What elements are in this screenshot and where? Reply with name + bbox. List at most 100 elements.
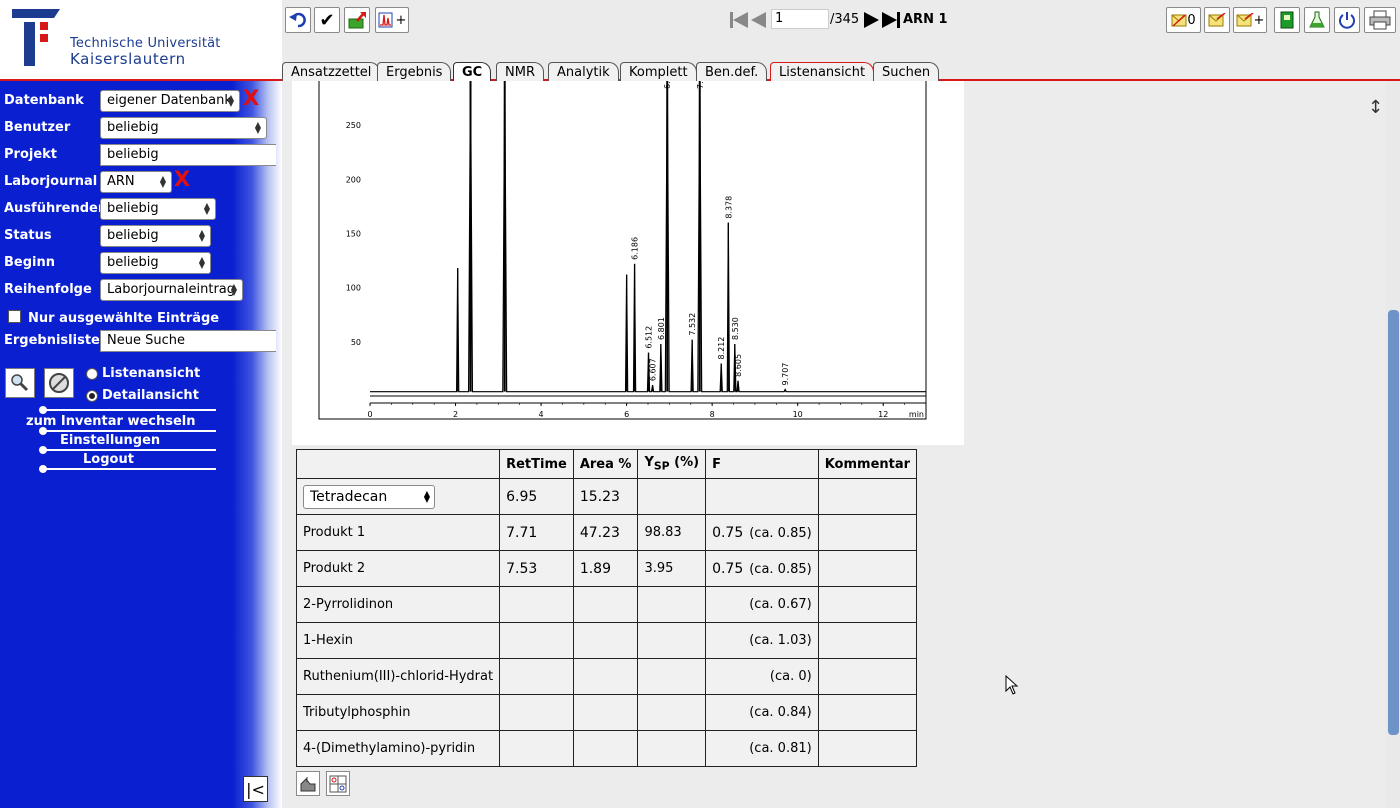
rettime-cell[interactable]: [499, 622, 574, 659]
col-name-header: [295, 449, 501, 479]
listenansicht-radio[interactable]: [86, 367, 98, 380]
integrate-icon: [300, 776, 316, 791]
ysp-cell: [637, 586, 707, 623]
resize-icon[interactable]: ↕: [1368, 97, 1383, 118]
rettime-cell[interactable]: [499, 694, 574, 731]
area-cell[interactable]: [572, 622, 639, 659]
reihenfolge-select[interactable]: Laborjournaleintrag ▲ ▼: [100, 279, 243, 301]
rettime-cell[interactable]: [499, 658, 574, 695]
collapse-sidebar-button[interactable]: |<: [243, 776, 268, 802]
updown-icon: ▲ ▼: [230, 282, 238, 297]
kommentar-cell[interactable]: [817, 478, 918, 515]
area-cell[interactable]: 15.23: [572, 478, 639, 515]
tab-komplett[interactable]: Komplett: [620, 62, 697, 81]
projekt-input[interactable]: beliebig: [100, 144, 276, 166]
first-page-icon[interactable]: [730, 11, 768, 29]
area-cell[interactable]: [572, 586, 639, 623]
scrollbar-thumb[interactable]: [1388, 310, 1399, 735]
filter-label: Benutzer: [4, 120, 71, 135]
next-page-icon[interactable]: [862, 11, 900, 29]
f-cell: 0.75 (ca. 0.85): [705, 550, 819, 587]
f-value[interactable]: 0.75: [712, 561, 743, 577]
table-row: Produkt 1 7.71 47.23 98.83 0.75 (ca. 0.85…: [295, 514, 918, 551]
rettime-cell[interactable]: 7.53: [499, 550, 574, 587]
kommentar-cell[interactable]: [817, 730, 918, 767]
undo-button[interactable]: [285, 7, 311, 33]
beginn-select[interactable]: beliebig ▲ ▼: [100, 252, 211, 274]
tab-nmr[interactable]: NMR: [496, 62, 544, 81]
name-cell: Produkt 1: [295, 514, 501, 551]
messages-count: 0: [1187, 12, 1196, 28]
clear-datenbank-icon[interactable]: X: [243, 86, 259, 110]
updown-icon: ▲ ▼: [423, 488, 430, 504]
tab-ergebnis[interactable]: Ergebnis: [377, 62, 452, 81]
kommentar-cell[interactable]: [817, 514, 918, 551]
kommentar-cell[interactable]: [817, 694, 918, 731]
area-cell[interactable]: [572, 730, 639, 767]
tab-analytik[interactable]: Analytik: [548, 62, 619, 81]
flask-icon: [1309, 11, 1325, 28]
status-select[interactable]: beliebig ▲ ▼: [100, 225, 211, 247]
einstellungen-link[interactable]: Einstellungen: [60, 433, 160, 448]
reset-button[interactable]: [44, 368, 74, 398]
nav-divider: [43, 449, 216, 451]
detailansicht-radio[interactable]: [86, 389, 98, 402]
table-row: Ruthenium(III)-chlorid-Hydrat (ca. 0): [295, 658, 918, 695]
filter-label: Reihenfolge: [4, 282, 92, 297]
rettime-cell[interactable]: [499, 730, 574, 767]
rettime-cell[interactable]: 7.71: [499, 514, 574, 551]
benutzer-select[interactable]: beliebig ▲ ▼: [100, 117, 267, 139]
lab-button[interactable]: [1304, 7, 1330, 33]
gc-chart-panel: 0 2 4 6 8 10 12 min 50 100 150 200 250 6.186 6.512 6.60…: [292, 81, 964, 445]
undo-icon: [289, 12, 306, 28]
add-spectrum-button[interactable]: +: [375, 7, 409, 33]
laborjournal-select[interactable]: ARN ▲ ▼: [100, 171, 172, 193]
standard-select[interactable]: Tetradecan ▲ ▼: [303, 484, 435, 509]
read-messages-button[interactable]: [1204, 7, 1230, 33]
search-button[interactable]: [5, 368, 35, 398]
detailansicht-option[interactable]: Detailansicht: [86, 388, 199, 403]
ausfuehrender-select[interactable]: beliebig ▲ ▼: [100, 198, 216, 220]
area-cell[interactable]: 47.23: [572, 514, 639, 551]
tab-suchen[interactable]: Suchen: [873, 62, 940, 81]
area-cell[interactable]: [572, 694, 639, 731]
nur-ausgewaehlte-checkbox[interactable]: [8, 310, 21, 323]
filter-label: Projekt: [4, 147, 58, 162]
page-number-input[interactable]: 1: [771, 9, 829, 29]
tab-ansatzzettel[interactable]: Ansatzzettel: [282, 62, 381, 81]
print-button[interactable]: [1364, 7, 1396, 33]
inventory-button[interactable]: [1274, 7, 1300, 33]
kommentar-cell[interactable]: [817, 622, 918, 659]
messages-button[interactable]: 0: [1166, 7, 1201, 33]
clear-laborjournal-icon[interactable]: X: [174, 167, 190, 191]
rettime-cell[interactable]: 6.95: [499, 478, 574, 515]
f-value[interactable]: 0.75: [712, 525, 743, 541]
listenansicht-option[interactable]: Listenansicht: [86, 366, 200, 381]
kommentar-cell[interactable]: [817, 586, 918, 623]
mail-icon: [1208, 13, 1226, 27]
new-message-button[interactable]: +: [1233, 7, 1267, 33]
tab-gc[interactable]: GC: [453, 62, 492, 83]
peak-label: 6.9: [663, 81, 672, 89]
ergebnisliste-input[interactable]: Neue Suche: [100, 330, 276, 352]
inventar-link[interactable]: zum Inventar wechseln: [26, 414, 196, 429]
power-button[interactable]: [1334, 7, 1360, 33]
logout-link[interactable]: Logout: [83, 452, 134, 467]
datenbank-select[interactable]: eigener Datenbank ▲ ▼: [100, 90, 240, 112]
rettime-cell[interactable]: [499, 586, 574, 623]
mouse-cursor-icon: [1005, 675, 1019, 695]
tab-listenansicht[interactable]: Listenansicht: [770, 62, 875, 81]
kommentar-cell[interactable]: [817, 550, 918, 587]
table-settings-button[interactable]: [326, 771, 350, 796]
x-axis-label: min: [909, 410, 924, 419]
export-button[interactable]: [344, 7, 370, 33]
area-cell[interactable]: 1.89: [572, 550, 639, 587]
tab-ben-def[interactable]: Ben.def.: [696, 62, 768, 81]
updown-icon: ▲ ▼: [227, 93, 235, 108]
area-cell[interactable]: [572, 658, 639, 695]
kommentar-cell[interactable]: [817, 658, 918, 695]
save-button[interactable]: ✔: [314, 7, 340, 33]
f-cell: (ca. 0.81): [705, 730, 819, 767]
results-table: RetTime Area % YSP (%) F Kommentar Tetra…: [295, 449, 918, 767]
integrate-button[interactable]: [296, 771, 320, 796]
